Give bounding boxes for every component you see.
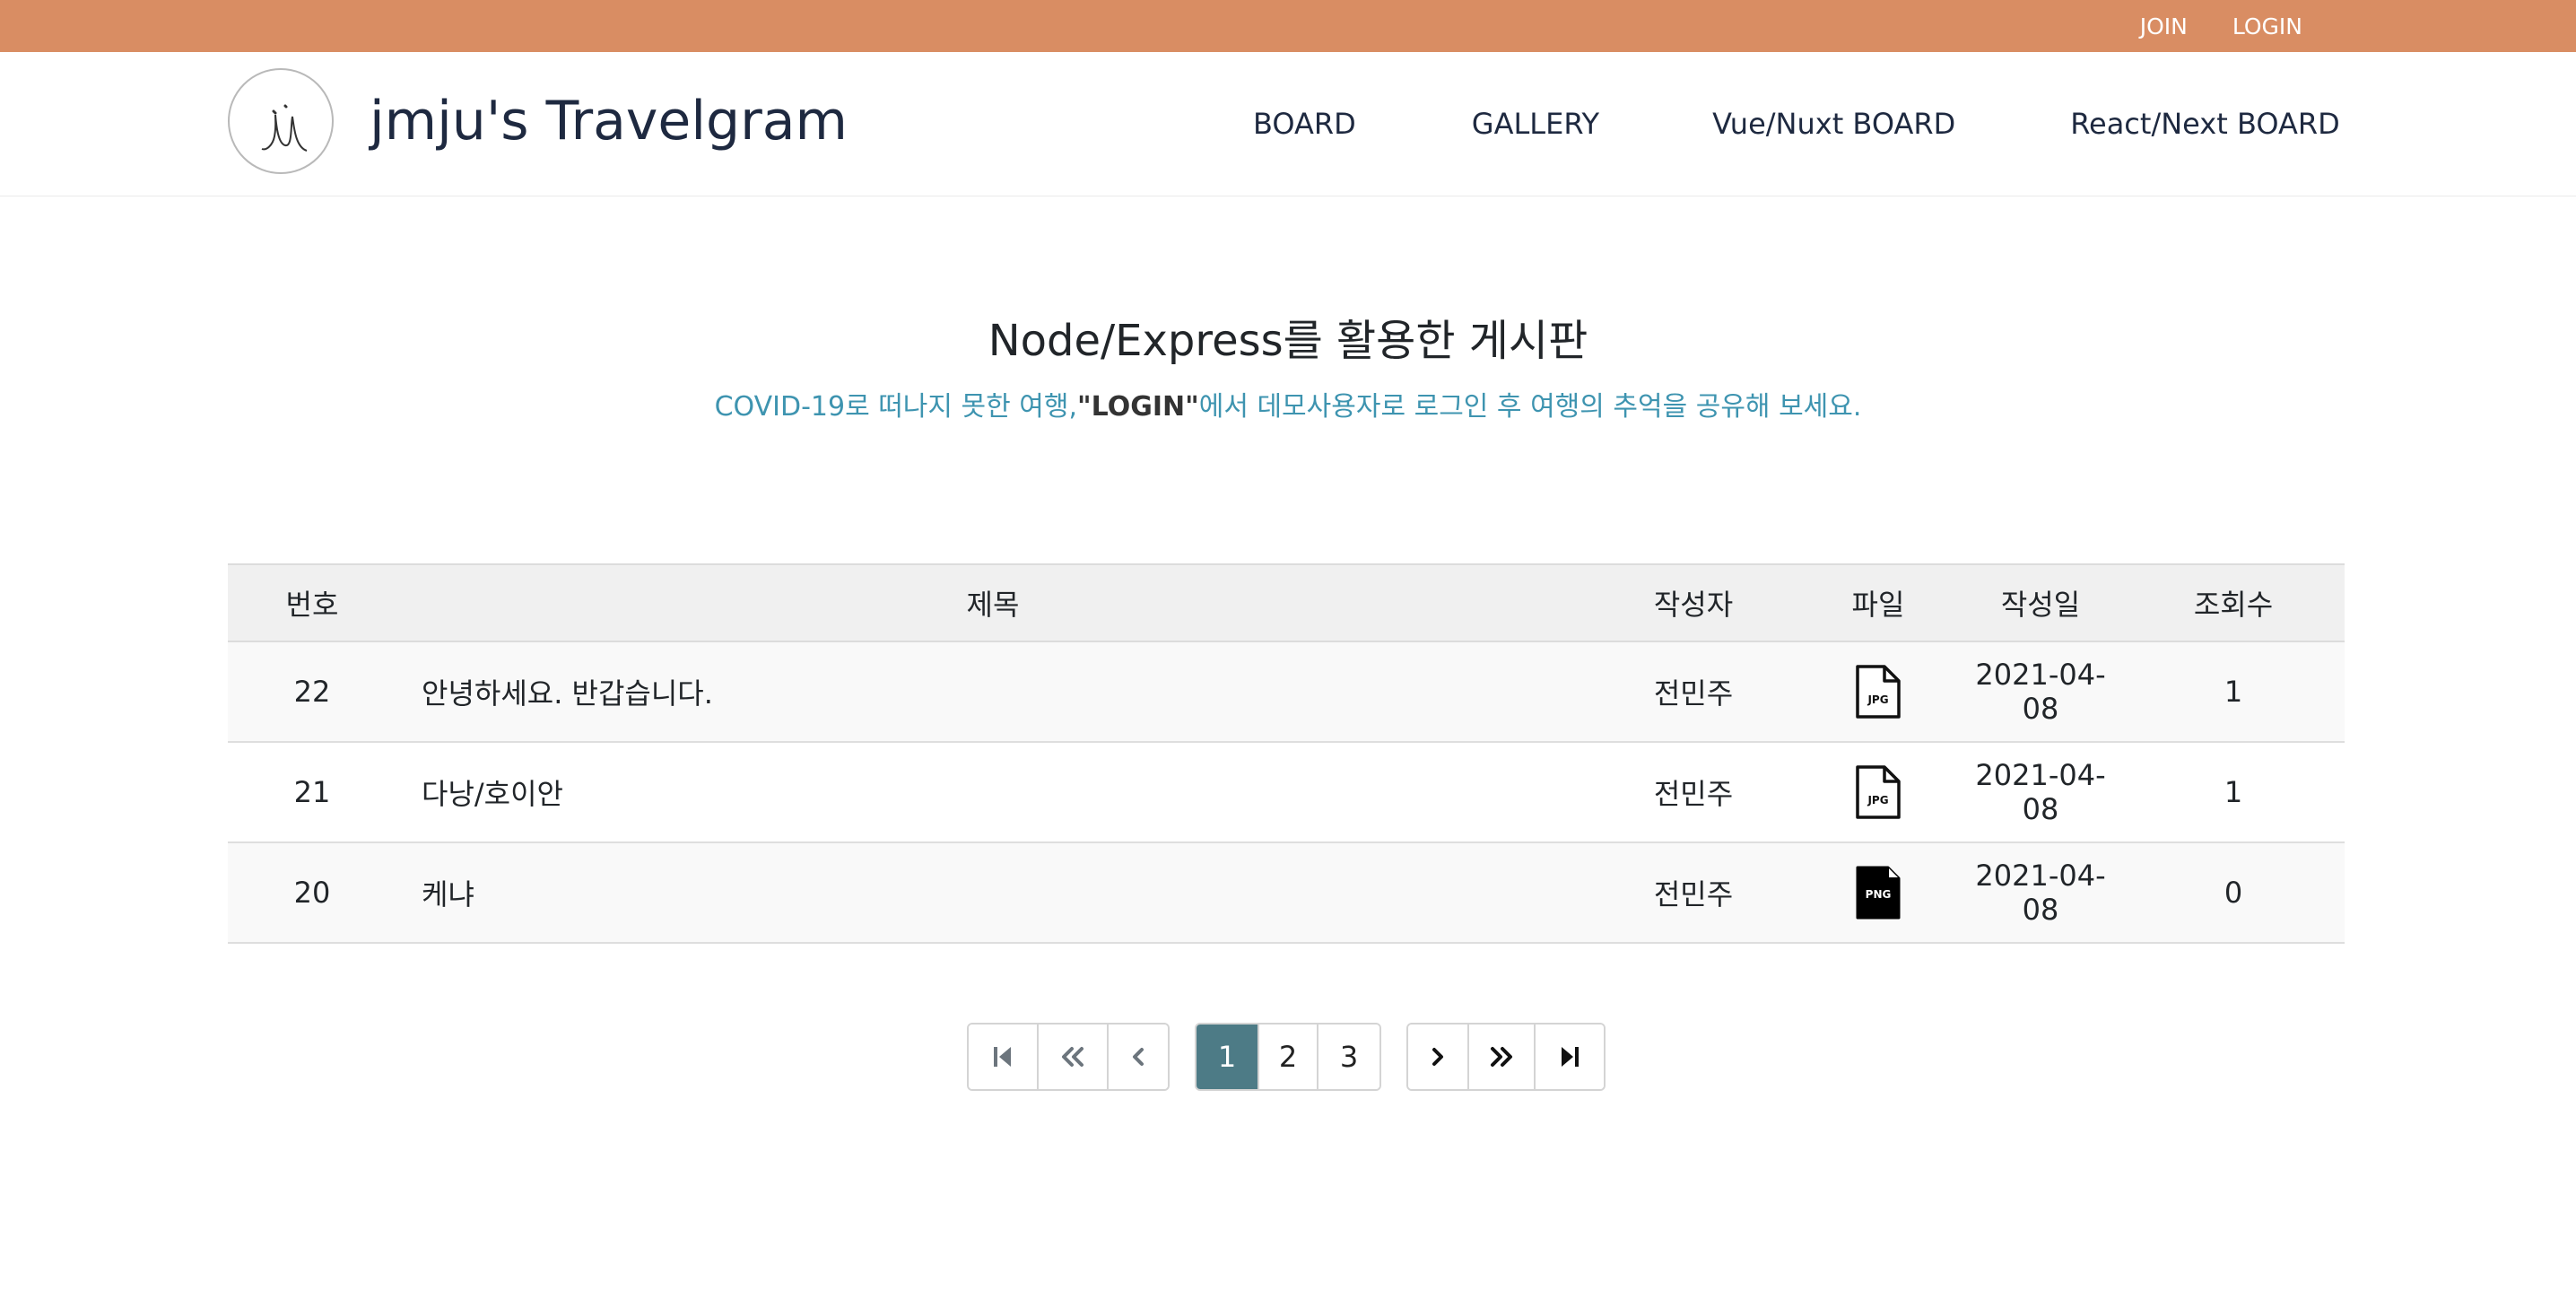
row-date: 2021-04-08 [1959,742,2122,843]
auth-links: JOIN LOGIN [2140,0,2302,52]
jpg-file-icon[interactable]: JPG [1854,663,1902,720]
join-link[interactable]: JOIN [2140,13,2188,39]
nav-gallery[interactable]: GALLERY [1472,107,1599,141]
row-num: 20 [228,842,396,944]
header-date: 작성일 [1959,563,2122,642]
png-file-icon[interactable]: PNG [1854,864,1902,921]
site-brand[interactable]: jmju's Travelgram [370,90,848,153]
chevron-left-icon [1133,1048,1144,1066]
row-file: JPG [1797,742,1959,843]
row-file: JPG [1797,641,1959,743]
pagination-prev-group [967,1023,1170,1091]
row-views: 1 [2122,742,2345,843]
jpg-file-icon[interactable]: JPG [1854,763,1902,821]
header-file: 파일 [1797,563,1959,642]
row-title-link[interactable]: 다낭/호이안 [396,742,1589,843]
prev-block-button[interactable] [1039,1025,1109,1089]
header-author: 작성자 [1589,563,1797,642]
table-body: 22 안녕하세요. 반갑습니다. 전민주 JPG 2021-04-08 1 21… [228,641,2345,944]
next-block-button[interactable] [1469,1025,1536,1089]
login-link[interactable]: LOGIN [2232,13,2302,39]
table-row[interactable]: 20 케냐 전민주 PNG 2021-04-08 0 [228,842,2345,944]
subtitle-after: 에서 데모사용자로 로그인 후 여행의 추억을 공유해 보세요. [1198,391,1862,423]
row-date: 2021-04-08 [1959,641,2122,743]
first-page-button[interactable] [969,1025,1039,1089]
main-nav: BOARD GALLERY Vue/Nuxt BOARD React/Next … [1253,52,2340,196]
row-views: 0 [2122,842,2345,944]
last-page-button[interactable] [1536,1025,1604,1089]
page-3-button[interactable]: 3 [1318,1025,1379,1089]
logo[interactable] [228,68,334,174]
jpg-file-label: JPG [1867,794,1888,807]
pagination-pages: 1 2 3 [1195,1023,1381,1091]
first-page-icon [994,1047,1011,1067]
pagination: 1 2 3 [967,1023,1606,1091]
png-file-label: PNG [1866,888,1892,901]
table-header: 번호 제목 작성자 파일 작성일 조회수 [228,563,2345,642]
pagination-next-group [1406,1023,1606,1091]
top-bar: JOIN LOGIN [0,0,2576,52]
row-author: 전민주 [1589,742,1797,843]
page-subtitle: COVID-19로 떠나지 못한 여행,"LOGIN"에서 데모사용자로 로그인… [0,384,2576,423]
row-author: 전민주 [1589,641,1797,743]
subtitle-login-highlight: "LOGIN" [1077,391,1199,423]
page-2-button[interactable]: 2 [1259,1025,1318,1089]
row-title-link[interactable]: 안녕하세요. 반갑습니다. [396,641,1589,743]
nav-vue-nuxt-board[interactable]: Vue/Nuxt BOARD [1712,107,1955,141]
logo-signature-icon [261,104,308,152]
last-page-icon [1562,1047,1579,1067]
row-date: 2021-04-08 [1959,842,2122,944]
row-num: 22 [228,641,396,743]
nav-react-next-board[interactable]: React/Next BOARD [2070,107,2340,141]
header-num: 번호 [228,563,396,642]
site-header: jmju's Travelgram BOARD GALLERY Vue/Nuxt… [0,52,2576,196]
page-title: Node/Express를 활용한 게시판 [988,316,1588,366]
header-views: 조회수 [2122,563,2345,642]
table-header-row: 번호 제목 작성자 파일 작성일 조회수 [228,563,2345,642]
jpg-file-label: JPG [1867,693,1888,706]
nav-board[interactable]: BOARD [1253,107,1356,141]
table-row[interactable]: 21 다낭/호이안 전민주 JPG 2021-04-08 1 [228,742,2345,843]
chevron-right-icon [1432,1048,1443,1066]
table-row[interactable]: 22 안녕하세요. 반갑습니다. 전민주 JPG 2021-04-08 1 [228,641,2345,743]
prev-page-button[interactable] [1109,1025,1168,1089]
row-author: 전민주 [1589,842,1797,944]
subtitle-before: COVID-19로 떠나지 못한 여행, [714,391,1078,423]
row-num: 21 [228,742,396,843]
row-file: PNG [1797,842,1959,944]
row-views: 1 [2122,641,2345,743]
next-page-button[interactable] [1408,1025,1469,1089]
header-title: 제목 [396,563,1589,642]
row-title-link[interactable]: 케냐 [396,842,1589,944]
page-1-button[interactable]: 1 [1197,1025,1259,1089]
board-table: 번호 제목 작성자 파일 작성일 조회수 22 안녕하세요. 반갑습니다. 전민… [228,563,2345,944]
double-chevron-right-icon [1491,1047,1512,1067]
double-chevron-left-icon [1062,1047,1083,1067]
